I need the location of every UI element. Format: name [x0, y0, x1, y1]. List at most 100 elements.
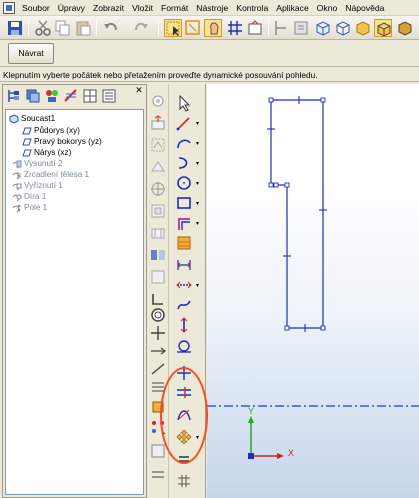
menu-aplikace[interactable]: Aplikace: [272, 0, 312, 16]
plane-feature-icon[interactable]: [149, 342, 167, 360]
plane-icon: [22, 126, 32, 136]
feature-tree-tab-icon[interactable]: [6, 88, 22, 104]
zoom-area-icon[interactable]: [184, 19, 202, 37]
layers-tab-icon[interactable]: [25, 88, 41, 104]
main-toolbar: [0, 16, 419, 40]
mirror-feature-icon[interactable]: [149, 246, 167, 264]
chamfer-feature-icon[interactable]: [149, 466, 167, 484]
shaded-edges-icon[interactable]: [374, 19, 392, 37]
chevron-down-icon[interactable]: ▾: [196, 141, 201, 147]
cube-wire-icon[interactable]: [314, 19, 332, 37]
fill-tool-icon[interactable]: [175, 234, 193, 252]
close-icon[interactable]: ✕: [134, 86, 144, 96]
mirror-icon: [12, 170, 22, 180]
thread-feature-icon[interactable]: [149, 268, 167, 286]
select-arrow-icon[interactable]: [175, 94, 193, 112]
drawing-canvas[interactable]: Y X: [207, 84, 419, 498]
menu-upravy[interactable]: Úpravy: [54, 0, 89, 16]
chevron-down-icon[interactable]: ▾: [196, 201, 201, 207]
paste-icon[interactable]: [74, 19, 92, 37]
loft-feature-icon[interactable]: [149, 158, 167, 176]
extrude-feature-icon[interactable]: [149, 114, 167, 132]
tree-item-zrcadleni[interactable]: Zrcadlení tělesa 1: [12, 169, 89, 180]
menu-zobrazit[interactable]: Zobrazit: [89, 0, 128, 16]
feature-tree: Soucast1 Půdorys (xy) Pravý bokorys (yz)…: [5, 109, 144, 495]
circle-target-icon[interactable]: [149, 92, 167, 110]
tree-item-narys[interactable]: Nárys (xz): [22, 147, 71, 158]
tree-item-pudorys[interactable]: Půdorys (xy): [22, 125, 80, 136]
rectangle-tool-icon[interactable]: [175, 194, 193, 212]
menu-nastroje[interactable]: Nástroje: [192, 0, 232, 16]
cube-hidden-icon[interactable]: [334, 19, 352, 37]
menu-napoveda[interactable]: Nápověda: [341, 0, 388, 16]
secondary-toolbar: Návrat: [0, 41, 419, 67]
pattern-icon: [12, 203, 22, 213]
menu-soubor[interactable]: Soubor: [18, 0, 54, 16]
redo-icon[interactable]: [132, 19, 150, 37]
menu-bar: Soubor Úpravy Zobrazit Vložit Formát Nás…: [0, 0, 419, 16]
x-axis-label: X: [288, 448, 295, 458]
constraint-ticks: [267, 96, 327, 332]
rib-feature-icon[interactable]: [149, 224, 167, 242]
spline-tool-icon[interactable]: [175, 296, 193, 314]
menu-okno[interactable]: Okno: [313, 0, 342, 16]
cut-icon[interactable]: [34, 19, 52, 37]
menu-vlozit[interactable]: Vložit: [128, 0, 157, 16]
tangent-constraint-icon[interactable]: [175, 338, 193, 356]
circle-tool-icon[interactable]: [175, 174, 193, 192]
tree-item-vyriznuti[interactable]: Vyříznutí 1: [12, 180, 63, 191]
collinear-constraint-icon[interactable]: [175, 472, 193, 490]
sketch-tab-icon[interactable]: [63, 88, 79, 104]
property-icon[interactable]: [292, 19, 310, 37]
tangent-arc-icon[interactable]: [175, 154, 193, 172]
parts-tab-icon[interactable]: [82, 88, 98, 104]
hole-icon: [12, 192, 22, 202]
chevron-down-icon[interactable]: ▾: [196, 221, 201, 227]
point-feature-icon[interactable]: [149, 360, 167, 378]
return-button[interactable]: Návrat: [8, 43, 54, 64]
sketch-endpoints: [268, 97, 326, 331]
chevron-down-icon[interactable]: ▾: [196, 283, 201, 289]
chevron-down-icon[interactable]: ▾: [196, 161, 201, 167]
copy-icon[interactable]: [54, 19, 72, 37]
menu-format[interactable]: Formát: [157, 0, 192, 16]
plane-icon: [22, 137, 32, 147]
horizontal-dimension-icon[interactable]: [175, 276, 193, 294]
pan-tool-icon[interactable]: [204, 19, 222, 37]
extrude-icon: [12, 159, 22, 169]
hole-feature-icon[interactable]: [149, 306, 167, 324]
arc-tool-icon[interactable]: [175, 134, 193, 152]
measure-icon[interactable]: [272, 19, 290, 37]
tree-item-pole[interactable]: Pole 1: [12, 202, 47, 213]
chevron-down-icon[interactable]: ▾: [196, 121, 201, 127]
part-icon: [9, 113, 19, 124]
select-tool-icon[interactable]: [164, 19, 182, 37]
grid-icon[interactable]: [226, 19, 244, 37]
tree-tabs: ✕: [3, 85, 146, 107]
shaded-icon[interactable]: [354, 19, 372, 37]
render-icon[interactable]: [396, 19, 414, 37]
save-icon[interactable]: [6, 19, 24, 37]
feature-tree-panel: ✕ Soucast1 Půdorys (xy) Pravý bokorys (y…: [2, 84, 147, 498]
sweep-feature-icon[interactable]: [149, 180, 167, 198]
undo-icon[interactable]: [102, 19, 120, 37]
prompt-bar: Klepnutím vyberte počátek nebo přetažení…: [0, 68, 419, 82]
sketch-view-icon[interactable]: [246, 19, 264, 37]
vertical-dimension-icon[interactable]: [175, 316, 193, 334]
tree-item-dira[interactable]: Díra 1: [12, 191, 46, 202]
options-tab-icon[interactable]: [101, 88, 117, 104]
revolve-feature-icon[interactable]: [149, 136, 167, 154]
family-tab-icon[interactable]: [44, 88, 60, 104]
dimension-tool-icon[interactable]: [175, 256, 193, 274]
tree-root[interactable]: Soucast1: [9, 113, 55, 124]
cut-feature-icon: [12, 181, 22, 191]
shell-feature-icon[interactable]: [149, 202, 167, 220]
tree-item-pravy-bokorys[interactable]: Pravý bokorys (yz): [22, 136, 102, 147]
axis-feature-icon[interactable]: [149, 324, 167, 342]
menu-kontrola[interactable]: Kontrola: [232, 0, 272, 16]
line-tool-icon[interactable]: [175, 114, 193, 132]
chevron-down-icon[interactable]: ▾: [196, 181, 201, 187]
app-document-icon[interactable]: [3, 1, 15, 14]
offset-tool-icon[interactable]: [175, 214, 193, 232]
tree-item-vysunuti[interactable]: Vysunutí 2: [12, 158, 62, 169]
